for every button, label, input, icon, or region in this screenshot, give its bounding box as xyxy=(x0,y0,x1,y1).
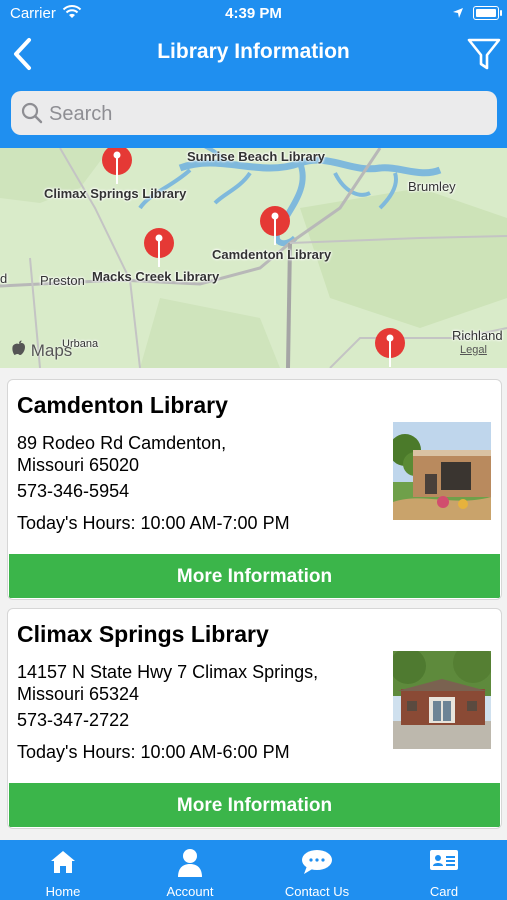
map-label-climax-springs: Climax Springs Library xyxy=(44,186,187,201)
apple-icon xyxy=(12,340,31,360)
library-map[interactable]: Sunrise Beach Library Climax Springs Lib… xyxy=(0,148,507,368)
map-label-macks-creek: Macks Creek Library xyxy=(92,269,220,284)
location-arrow-icon xyxy=(452,6,464,23)
library-card-camdenton: Camdenton Library 89 Rodeo Rd Camdenton,… xyxy=(7,379,502,600)
map-label-brumley: Brumley xyxy=(408,179,456,194)
nav-bar: Library Information xyxy=(0,30,507,80)
tab-label: Card xyxy=(429,884,459,899)
tab-account[interactable]: Account xyxy=(127,840,253,900)
person-icon xyxy=(127,848,253,878)
library-card-climax-springs: Climax Springs Library 14157 N State Hwy… xyxy=(7,608,502,829)
map-label-sunrise-beach: Sunrise Beach Library xyxy=(187,149,325,164)
library-name: Camdenton Library xyxy=(17,392,228,418)
chat-bubble-icon xyxy=(254,848,380,878)
tab-label: Account xyxy=(166,884,214,899)
map-label-partial: d xyxy=(0,271,8,286)
tab-label: Contact Us xyxy=(284,884,350,899)
filter-icon[interactable] xyxy=(466,36,502,72)
library-name: Climax Springs Library xyxy=(17,621,269,647)
library-phone[interactable]: 573-347-2722 xyxy=(17,710,129,731)
search-bar[interactable] xyxy=(11,91,497,135)
search-input[interactable] xyxy=(47,97,491,131)
map-pin-camdenton[interactable] xyxy=(258,205,292,249)
library-hours: Today's Hours: 10:00 AM-6:00 PM xyxy=(17,742,290,762)
library-photo xyxy=(389,422,491,520)
tab-home[interactable]: Home xyxy=(0,840,126,900)
tab-label: Home xyxy=(45,884,81,899)
map-pin-macks-creek[interactable] xyxy=(142,227,176,271)
apple-maps-logo: Maps xyxy=(12,340,72,361)
tab-card[interactable]: Card xyxy=(381,840,507,900)
header: Carrier 4:39 PM Library Information xyxy=(0,0,507,148)
home-icon xyxy=(0,848,126,878)
more-information-button[interactable]: More Information xyxy=(9,554,500,598)
library-photo xyxy=(390,643,493,749)
map-label-richland: Richland xyxy=(452,328,503,343)
map-pin-richland[interactable] xyxy=(373,327,407,368)
more-information-button[interactable]: More Information xyxy=(9,783,500,827)
tab-contact-us[interactable]: Contact Us xyxy=(254,840,380,900)
map-label-camdenton: Camdenton Library xyxy=(212,247,332,262)
id-card-icon xyxy=(381,848,507,878)
library-phone[interactable]: 573-346-5954 xyxy=(17,481,129,502)
library-address: 89 Rodeo Rd Camdenton, Missouri 65020 xyxy=(17,433,227,475)
search-icon xyxy=(21,102,43,129)
map-pin-climax-springs[interactable] xyxy=(100,148,134,188)
library-address: 14157 N State Hwy 7 Climax Springs, Miss… xyxy=(17,662,319,704)
map-label-preston: Preston xyxy=(40,273,85,288)
status-time: 4:39 PM xyxy=(225,5,282,22)
library-hours: Today's Hours: 10:00 AM-7:00 PM xyxy=(17,513,290,533)
tab-bar: Home Account Contact Us Card xyxy=(0,840,507,900)
status-bar: Carrier 4:39 PM xyxy=(0,0,507,28)
page-title: Library Information xyxy=(157,40,350,63)
battery-icon xyxy=(473,6,502,20)
map-legal-link[interactable]: Legal xyxy=(460,344,487,356)
